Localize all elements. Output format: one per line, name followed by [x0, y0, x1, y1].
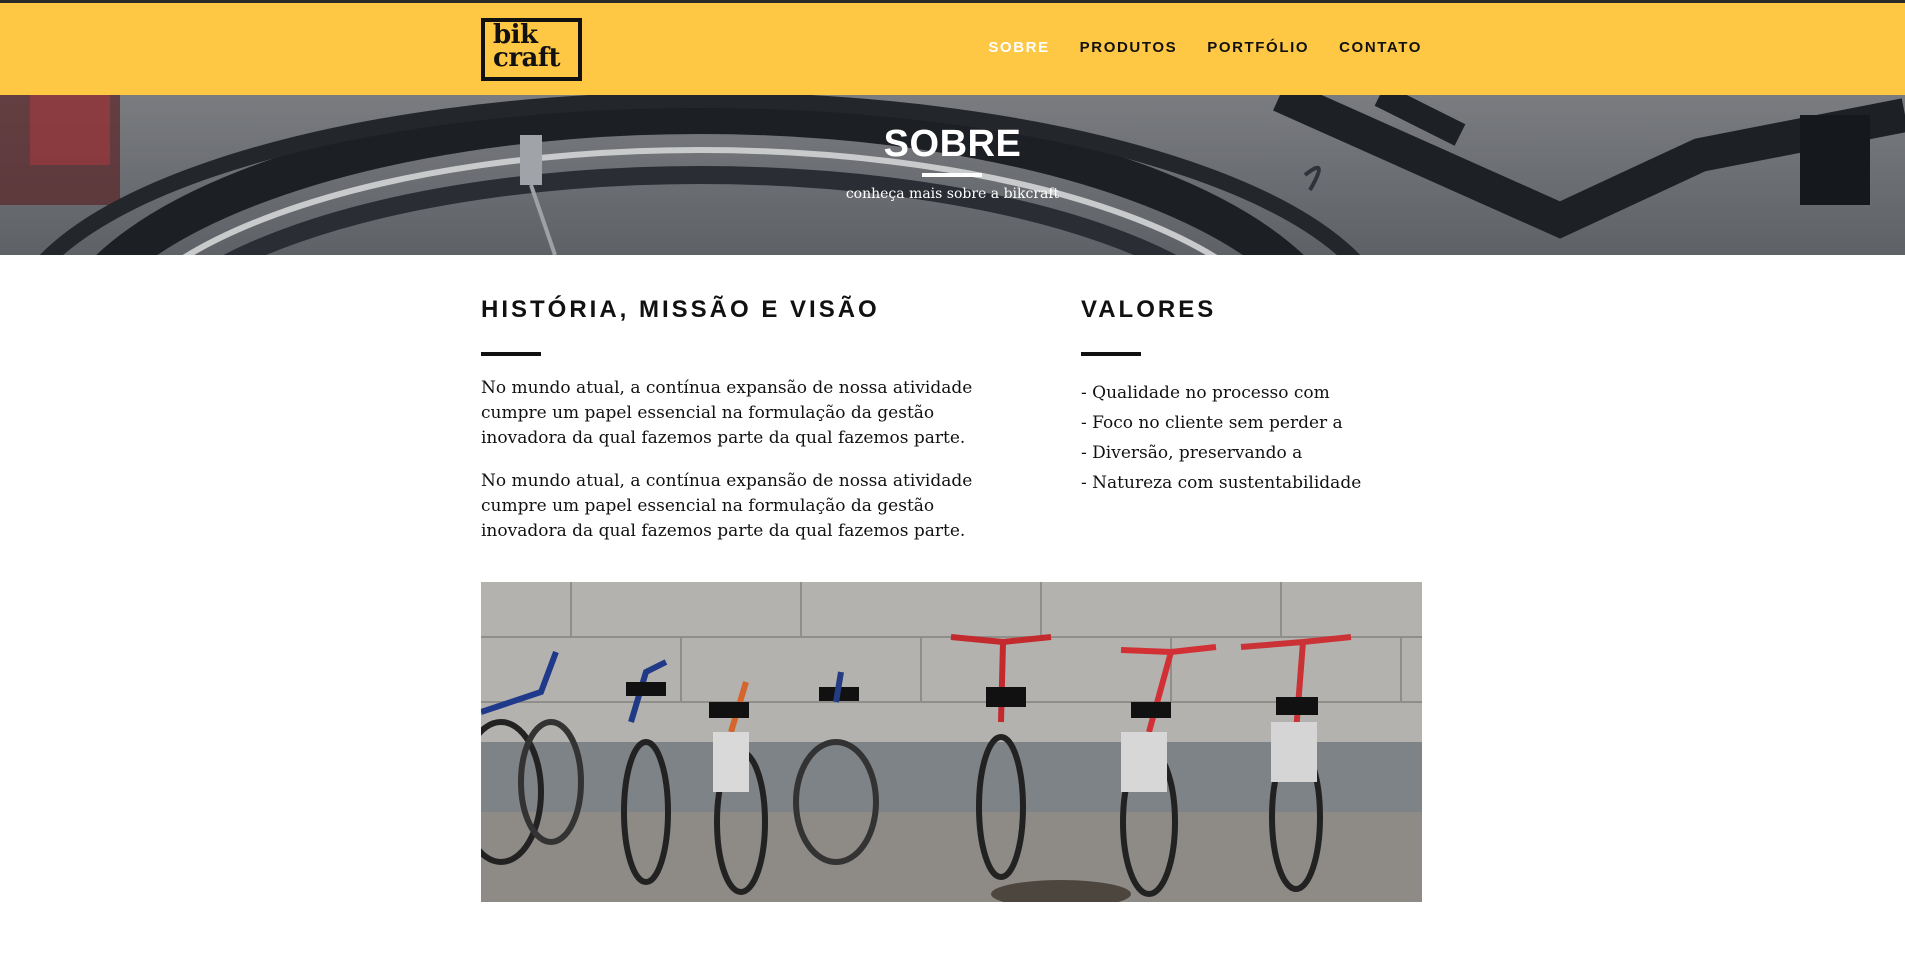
values-item: - Foco no cliente sem perder a [1081, 413, 1343, 433]
hero-underline [922, 173, 982, 177]
history-title: HISTÓRIA, MISSÃO E VISÃO [481, 296, 880, 323]
nav-item-portfolio[interactable]: PORTFÓLIO [1207, 39, 1309, 56]
history-underline [481, 352, 541, 356]
values-item: - Natureza com sustentabilidade [1081, 473, 1362, 493]
values-title: VALORES [1081, 296, 1217, 323]
main-nav: SOBRE PRODUTOS PORTFÓLIO CONTATO [958, 39, 1422, 56]
values-item: - Qualidade no processo com [1081, 383, 1330, 403]
values-list: - Qualidade no processo com - Foco no cl… [1081, 378, 1361, 498]
values-item: - Diversão, preservando a [1081, 443, 1303, 463]
bikcraft-logo[interactable]: bik craft [481, 18, 582, 81]
values-underline [1081, 352, 1141, 356]
hero-title: SOBRE [883, 123, 1022, 165]
nav-item-sobre[interactable]: SOBRE [988, 39, 1049, 56]
site-header: bik craft SOBRE PRODUTOS PORTFÓLIO CONTA… [0, 0, 1905, 95]
logo-line-2: craft [493, 43, 561, 73]
bikes-photo [481, 582, 1422, 902]
hero-subtitle: conheça mais sobre a bikcraft [845, 186, 1060, 202]
history-paragraph-2: No mundo atual, a contínua expansão de n… [481, 471, 973, 541]
history-paragraph-1: No mundo atual, a contínua expansão de n… [481, 378, 973, 448]
nav-item-contato[interactable]: CONTATO [1339, 39, 1422, 56]
hero-banner: SOBRE conheça mais sobre a bikcraft [0, 95, 1905, 255]
nav-item-produtos[interactable]: PRODUTOS [1080, 39, 1178, 56]
